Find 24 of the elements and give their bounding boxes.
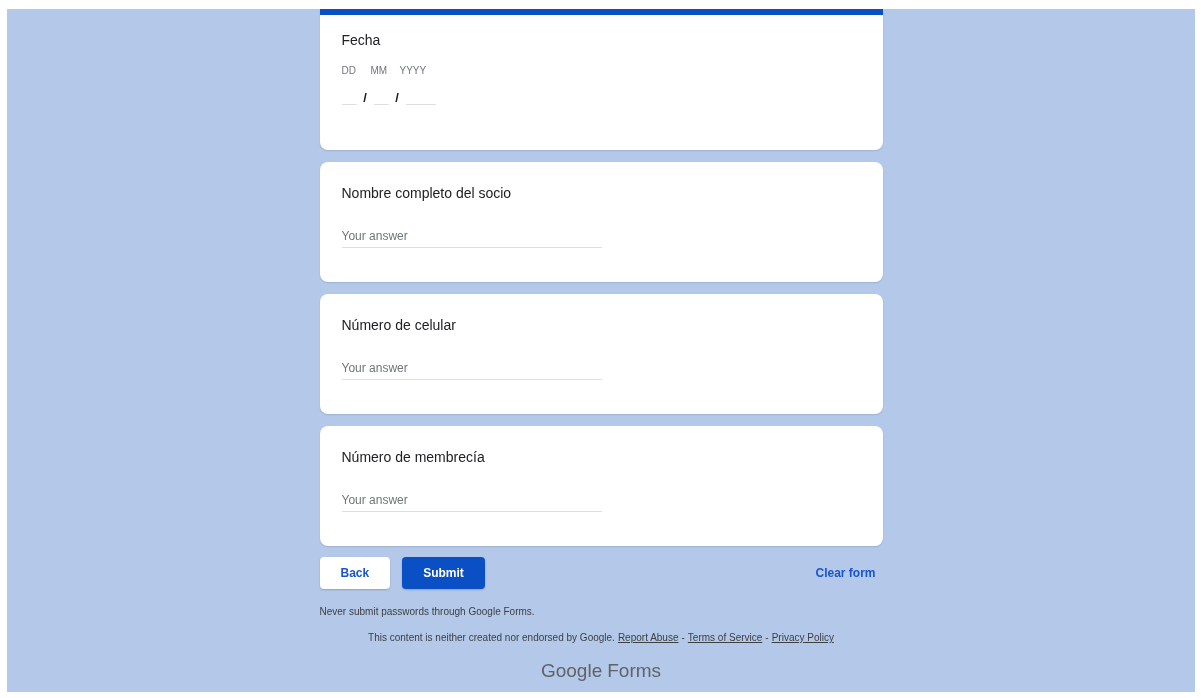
disclaimer-text: This content is neither created nor endorsed by Google. [368,632,615,643]
date-separator: / [362,90,368,105]
link-separator: - [765,632,769,643]
answer-field[interactable]: Your answer [341,361,602,380]
answer-field[interactable]: Your answer [341,493,602,512]
back-button[interactable]: Back [319,557,391,589]
question-title: Número de membrecía [341,449,486,465]
footer-link[interactable]: Privacy Policy [771,632,834,643]
question-title: Número de celular [341,317,457,333]
logo-google-text: Google [540,660,603,682]
submit-button[interactable]: Submit [402,557,485,589]
date-part-label: DD [341,65,357,76]
link-separator: - [681,632,685,643]
question-title: Fecha [341,32,382,48]
password-warning: Never submit passwords through Google Forms. [319,606,536,617]
date-separator: / [394,90,400,105]
clear-form-link[interactable]: Clear form [815,566,876,580]
date-part-label: YYYY [399,65,428,76]
question-title: Nombre completo del socio [341,185,513,201]
footer-link[interactable]: Terms of Service [687,632,763,643]
footer-link[interactable]: Report Abuse [617,632,679,643]
logo-forms-text: Forms [607,660,662,682]
answer-field[interactable]: Your answer [341,229,602,248]
date-part-label: MM [370,65,389,76]
